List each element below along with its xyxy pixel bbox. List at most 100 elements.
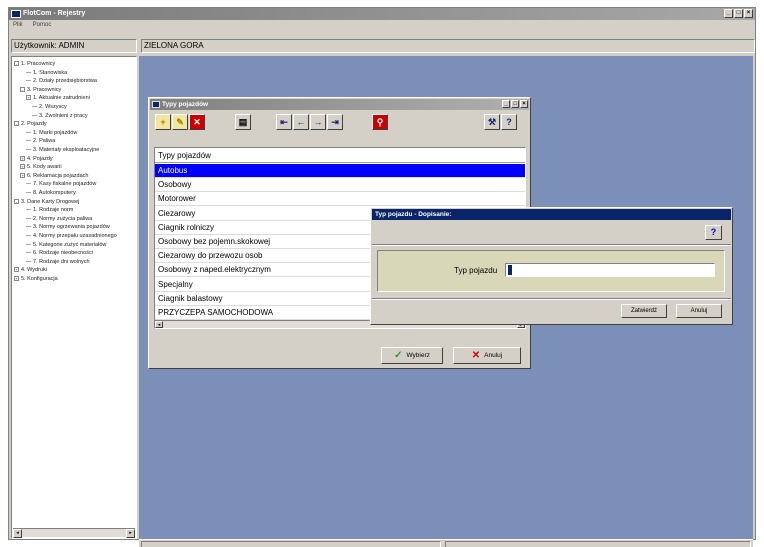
next-record-icon[interactable]: → <box>310 114 326 130</box>
tree-item[interactable]: 4. Normy przepału uzasadnionego <box>26 233 117 239</box>
menu-file[interactable]: Plik <box>13 20 23 31</box>
expand-icon[interactable]: + <box>14 276 19 282</box>
add-dialog-titlebar[interactable]: Typ pojazdu - Dopisanie: <box>372 209 731 220</box>
delete-record-icon[interactable]: ✕ <box>189 114 205 130</box>
close-button[interactable]: × <box>520 100 528 108</box>
tree-item[interactable]: 6. Rodzaje nieobecności <box>26 250 93 256</box>
list-item[interactable]: Motorower <box>155 192 525 207</box>
list-item[interactable]: Autobus <box>155 164 525 178</box>
user-field: Użytkownik: ADMIN <box>11 39 137 53</box>
tree-item-label: 5. Kategorie zużyć materiałów <box>33 241 107 248</box>
tree-connector <box>26 252 31 254</box>
maximize-button[interactable]: □ <box>511 100 519 108</box>
menu-help[interactable]: Pomoc <box>33 20 52 31</box>
vehicle-type-input[interactable] <box>505 263 715 277</box>
tree-item-label: 3. Zwolnieni z pracy <box>39 112 88 119</box>
tree-item[interactable]: 2. Normy zużycia paliwa <box>26 216 92 222</box>
tree-item[interactable]: +4. Pojazdy <box>20 156 53 162</box>
close-button[interactable]: × <box>744 9 753 18</box>
tree-item[interactable]: 2. Wszyscy <box>32 104 67 110</box>
tree-item[interactable]: 7. Rodzaje dni wolnych <box>26 259 90 265</box>
prev-record-icon[interactable]: ← <box>293 114 309 130</box>
select-button-label: Wybierz <box>406 352 430 360</box>
expand-icon[interactable]: + <box>20 172 25 178</box>
tree-item-label: 3. Pracownicy <box>27 86 62 93</box>
tree-item-label: 4. Pojazdy <box>27 155 53 162</box>
tree-item[interactable]: 8. Autokomputery <box>26 190 76 196</box>
tree-connector <box>26 192 31 194</box>
expand-icon[interactable]: + <box>20 164 25 170</box>
scroll-right-button[interactable]: ▸ <box>126 529 135 538</box>
list-column-header[interactable]: Typy pojazdów <box>155 148 525 163</box>
select-button[interactable]: ✓ Wybierz <box>381 347 443 364</box>
tree-item[interactable]: +5. Kody awarii <box>20 164 62 170</box>
user-bar: Użytkownik: ADMIN ZIELONA GORA <box>11 33 755 53</box>
location-field: ZIELONA GORA <box>141 39 755 53</box>
add-record-icon[interactable]: + <box>155 114 171 130</box>
minimize-button[interactable]: _ <box>724 9 733 18</box>
tree-connector <box>26 235 31 237</box>
tree-connector <box>26 71 31 73</box>
tree-item-label: 1. Marki pojazdów <box>33 129 78 136</box>
tree-item-label: 3. Materiały eksploatacyjne <box>33 147 100 153</box>
tree-item[interactable]: +5. Konfiguracja <box>14 276 58 282</box>
expand-icon[interactable]: + <box>26 95 31 101</box>
tree-item[interactable]: -1. Pracownicy <box>14 61 55 67</box>
settings-wrench-icon[interactable]: ⚒ <box>484 114 500 130</box>
tree-item-label: 2. Normy zużycia paliwa <box>33 215 93 222</box>
divider <box>372 244 731 246</box>
tree-item[interactable]: +4. Wydruki <box>14 267 47 273</box>
tree-item-label: 3. Normy ogrzewania pojazdów <box>33 224 110 231</box>
tree-item[interactable]: +1. Aktualnie zatrudnieni <box>26 95 90 101</box>
scroll-left-button[interactable]: ◂ <box>155 321 163 328</box>
tree-item[interactable]: -2. Pojazdy <box>14 121 47 127</box>
tree-connector <box>26 183 31 185</box>
navigation-tree[interactable]: +5. Konfiguracja +4. Wydruki 7. Rodzaje dn… <box>11 56 137 539</box>
tree-connector <box>26 209 31 211</box>
help-button[interactable]: ? <box>705 225 722 240</box>
collapse-icon[interactable]: - <box>14 121 19 127</box>
main-titlebar[interactable]: FlotCom - Rejestry _ □ × <box>9 8 755 20</box>
list-item[interactable]: Osobowy <box>155 178 525 193</box>
tree-item-label: 1. Aktualnie zatrudnieni <box>33 95 90 102</box>
tree-item[interactable]: 5. Kategorie zużyć materiałów <box>26 242 106 248</box>
tree-item[interactable]: 1. Rodzaje norm <box>26 207 73 213</box>
cancel-button-label: Anuluj <box>484 352 503 360</box>
expand-icon[interactable]: + <box>20 155 25 161</box>
tree-item[interactable]: 2. Działy przedsiębiorstwa <box>26 78 97 84</box>
print-icon[interactable]: ▤ <box>235 114 251 130</box>
app-title: FlotCom - Rejestry <box>23 10 86 17</box>
tree-item[interactable]: 3. Zwolnieni z pracy <box>32 113 88 119</box>
vehicle-types-titlebar[interactable]: Typy pojazdów _ □ × <box>150 99 529 110</box>
cancel-button[interactable]: Anuluj <box>676 304 722 318</box>
collapse-icon[interactable]: - <box>14 61 19 67</box>
collapse-icon[interactable]: - <box>14 198 19 204</box>
tree-hscrollbar[interactable]: ◂ ▸ <box>13 528 135 538</box>
tree-connector <box>26 243 31 245</box>
tree-item[interactable]: 3. Materiały eksploatacyjne <box>26 147 99 153</box>
last-record-icon[interactable]: ⇥ <box>327 114 343 130</box>
tree-item[interactable]: 2. Paliwa <box>26 138 55 144</box>
help-icon[interactable]: ? <box>501 114 517 130</box>
scroll-left-button[interactable]: ◂ <box>13 529 22 538</box>
tree-item[interactable]: 7. Kasy fiskalne pojazdów <box>26 181 96 187</box>
tree-item-label: 5. Kody awarii <box>27 164 62 171</box>
confirm-button[interactable]: Zatwierdź <box>621 304 667 318</box>
vehicle-type-label: Typ pojazdu <box>454 266 498 275</box>
tree-connector <box>26 226 31 228</box>
edit-record-icon[interactable]: ✎ <box>172 114 188 130</box>
tree-item[interactable]: 1. Stanowiska <box>26 70 67 76</box>
maximize-button[interactable]: □ <box>734 9 743 18</box>
search-icon[interactable]: ⚲ <box>372 114 388 130</box>
expand-icon[interactable]: + <box>14 267 19 273</box>
tree-item[interactable]: 3. Normy ogrzewania pojazdów <box>26 224 110 230</box>
cancel-button[interactable]: ✕ Anuluj <box>453 347 521 364</box>
collapse-icon[interactable]: - <box>20 86 25 92</box>
minimize-button[interactable]: _ <box>502 100 510 108</box>
tree-item[interactable]: -3. Pracownicy <box>20 87 61 93</box>
tree-item[interactable]: -3. Dane Karty Drogowej <box>14 199 79 205</box>
tree-item[interactable]: +6. Reklamacja pojazdach <box>20 173 88 179</box>
tree-item[interactable]: 1. Marki pojazdów <box>26 130 77 136</box>
first-record-icon[interactable]: ⇤ <box>276 114 292 130</box>
toolbar: + ✎ ✕ ▤ ⇤ ← → ⇥ ⚲ ⚒ ? <box>155 114 525 134</box>
